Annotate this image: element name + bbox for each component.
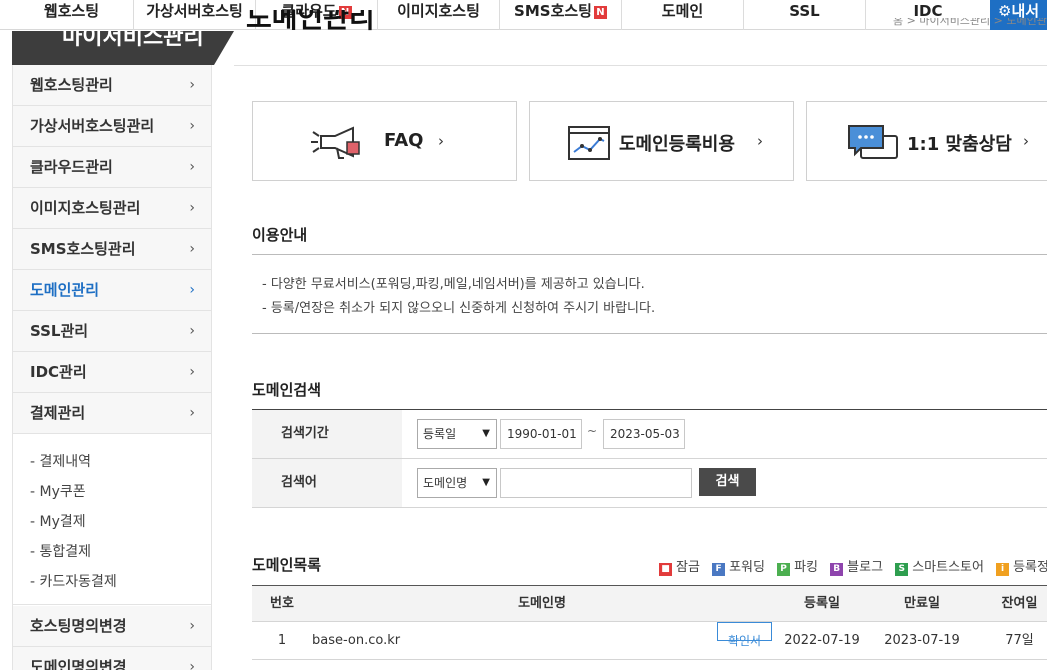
chevron-right-icon: ›	[189, 364, 195, 380]
nav-ssl[interactable]: SSL	[744, 0, 866, 30]
sidebar-item-hosting-owner-change[interactable]: 호스팅명의변경 ›	[13, 606, 211, 647]
column-header-days-left: 잔여일	[1001, 596, 1038, 611]
faq-card[interactable]: FAQ ›	[252, 101, 517, 181]
chevron-right-icon: ›	[189, 618, 195, 634]
consult-card[interactable]: 1:1 맞춤상담 ›	[806, 101, 1047, 181]
info-title: 이용안내	[252, 226, 308, 244]
domain-table-header: 번호 도메인명 등록일 만료일 잔여일	[252, 585, 1047, 622]
row-reg-date: 2022-07-19	[784, 633, 860, 648]
chart-window-icon	[568, 126, 610, 160]
chevron-right-icon: ›	[189, 405, 195, 421]
sidebar-title-band: 마이서비스관리	[12, 31, 234, 65]
info-divider-top	[252, 254, 1047, 255]
breadcrumb: 홈 > 마이서비스관리 > 도메인관리	[893, 18, 1047, 27]
chevron-right-icon: ›	[189, 118, 195, 134]
submenu-my-coupon[interactable]: - My쿠폰	[30, 481, 86, 501]
table-row[interactable]: 1 base-on.co.kr 확인서 2022-07-19 2023-07-1…	[252, 622, 1047, 660]
forwarding-badge-icon: F	[712, 563, 726, 576]
domain-list-title: 도메인목록	[252, 556, 322, 574]
chevron-down-icon: ▼	[482, 428, 490, 439]
column-header-no: 번호	[270, 596, 294, 611]
submenu-my-payment[interactable]: - My결제	[30, 511, 86, 531]
nav-sms-hosting[interactable]: SMS호스팅 N	[500, 0, 622, 30]
megaphone-icon	[311, 126, 360, 159]
sidebar-item-payment[interactable]: 결제관리 ›	[13, 393, 211, 434]
chevron-right-icon: ›	[757, 132, 763, 150]
sidebar: 웹호스팅관리 › 가상서버호스팅관리 › 클라우드관리 › 이미지호스팅관리 › SMS…	[12, 65, 212, 670]
legend-privacy: i등록정보숨	[996, 556, 1047, 576]
legend-parking: P 파킹	[777, 556, 818, 576]
sidebar-item-image-hosting[interactable]: 이미지호스팅관리 ›	[13, 188, 211, 229]
submenu-card-autopay[interactable]: - 카드자동결제	[30, 571, 117, 591]
certificate-button[interactable]: 확인서	[717, 622, 772, 648]
sidebar-item-ssl[interactable]: SSL관리 ›	[13, 311, 211, 352]
date-from-input[interactable]: 1990-01-01	[500, 419, 582, 449]
sidebar-item-domain[interactable]: 도메인관리 ›	[13, 270, 211, 311]
chevron-right-icon: ›	[189, 200, 195, 216]
info-line: - 다양한 무료서비스(포워딩,파킹,메일,네임서버)를 제공하고 있습니다.	[262, 277, 645, 292]
nav-image-hosting[interactable]: 이미지호스팅	[378, 0, 500, 30]
chevron-right-icon: ›	[1023, 132, 1029, 150]
chat-bubbles-icon	[848, 125, 898, 159]
chevron-down-icon: ▼	[482, 477, 490, 488]
sidebar-item-domain-owner-change[interactable]: 도메인명의변경 ›	[13, 647, 211, 670]
row-exp-date: 2023-07-19	[884, 633, 960, 648]
submenu-integrated-payment[interactable]: - 통합결제	[30, 541, 91, 561]
chevron-right-icon: ›	[189, 77, 195, 93]
chevron-right-icon: ›	[189, 159, 195, 175]
status-legend: ■잠금 F포워딩 P파킹 B블로그 S스마트스토어 i등록정보숨	[659, 556, 1047, 576]
chevron-right-icon: ›	[189, 323, 195, 339]
info-line: - 등록/연장은 취소가 되지 않으오니 신중하게 신청하여 주시기 바랍니다.	[262, 301, 656, 316]
search-period-label: 검색기간	[252, 410, 402, 458]
header-divider	[234, 65, 1047, 66]
domain-fee-card[interactable]: 도메인등록비용 ›	[529, 101, 794, 181]
new-badge: N	[593, 6, 607, 19]
chevron-right-icon: ›	[189, 659, 195, 670]
nav-domain[interactable]: 도메인	[622, 0, 744, 30]
search-button[interactable]: 검색	[699, 468, 756, 496]
lock-icon: ■	[659, 563, 672, 576]
legend-forwarding: F 포워딩	[712, 556, 765, 576]
row-no: 1	[277, 633, 287, 648]
sidebar-item-sms-hosting[interactable]: SMS호스팅관리 ›	[13, 229, 211, 270]
chevron-right-icon: ›	[438, 132, 444, 150]
search-keyword-label: 검색어	[252, 459, 402, 507]
column-header-domain: 도메인명	[518, 596, 566, 611]
date-range-separator: ~	[587, 424, 598, 438]
info-divider-bottom	[252, 333, 1047, 334]
search-keyword-row: 검색어 도메인명 ▼ 검색	[252, 459, 1047, 508]
row-days-left: 77일	[1005, 633, 1034, 648]
payment-submenu: - 결제내역 - My쿠폰 - My결제 - 통합결제 - 카드자동결제	[13, 435, 211, 605]
legend-lock: ■ 잠금	[659, 556, 700, 576]
sidebar-item-idc[interactable]: IDC관리 ›	[13, 352, 211, 393]
chevron-right-icon: ›	[189, 241, 195, 257]
sidebar-item-cloud[interactable]: 클라우드관리 ›	[13, 147, 211, 188]
privacy-badge-icon: i	[996, 563, 1010, 576]
period-type-select[interactable]: 등록일 ▼	[417, 419, 497, 449]
nav-virtual-server[interactable]: 가상서버호스팅	[134, 0, 256, 30]
row-domain[interactable]: base-on.co.kr	[312, 622, 512, 659]
column-header-exp-date: 만료일	[904, 596, 940, 611]
keyword-type-select[interactable]: 도메인명 ▼	[417, 468, 497, 498]
search-period-row: 검색기간 등록일 ▼ 1990-01-01 ~ 2023-05-03	[252, 410, 1047, 459]
legend-smartstore: S 스마트스토어	[895, 556, 984, 576]
top-navigation: 웹호스팅 가상서버호스팅 클라우드 N 이미지호스팅 SMS호스팅 N 도메인 SS…	[0, 0, 1047, 30]
sidebar-item-web-hosting[interactable]: 웹호스팅관리 ›	[13, 65, 211, 106]
column-header-reg-date: 등록일	[804, 596, 840, 611]
search-title: 도메인검색	[252, 381, 322, 399]
chevron-right-icon: ›	[189, 282, 195, 298]
date-to-input[interactable]: 2023-05-03	[603, 419, 685, 449]
blog-badge-icon: B	[830, 563, 844, 576]
nav-web-hosting[interactable]: 웹호스팅	[10, 0, 134, 30]
smartstore-badge-icon: S	[895, 563, 909, 576]
sidebar-item-virtual-server[interactable]: 가상서버호스팅관리 ›	[13, 106, 211, 147]
legend-blog: B 블로그	[830, 556, 883, 576]
submenu-payment-history[interactable]: - 결제내역	[30, 451, 91, 471]
keyword-input[interactable]	[500, 468, 692, 498]
page-title: 도메인관리	[246, 10, 375, 34]
parking-badge-icon: P	[777, 563, 791, 576]
